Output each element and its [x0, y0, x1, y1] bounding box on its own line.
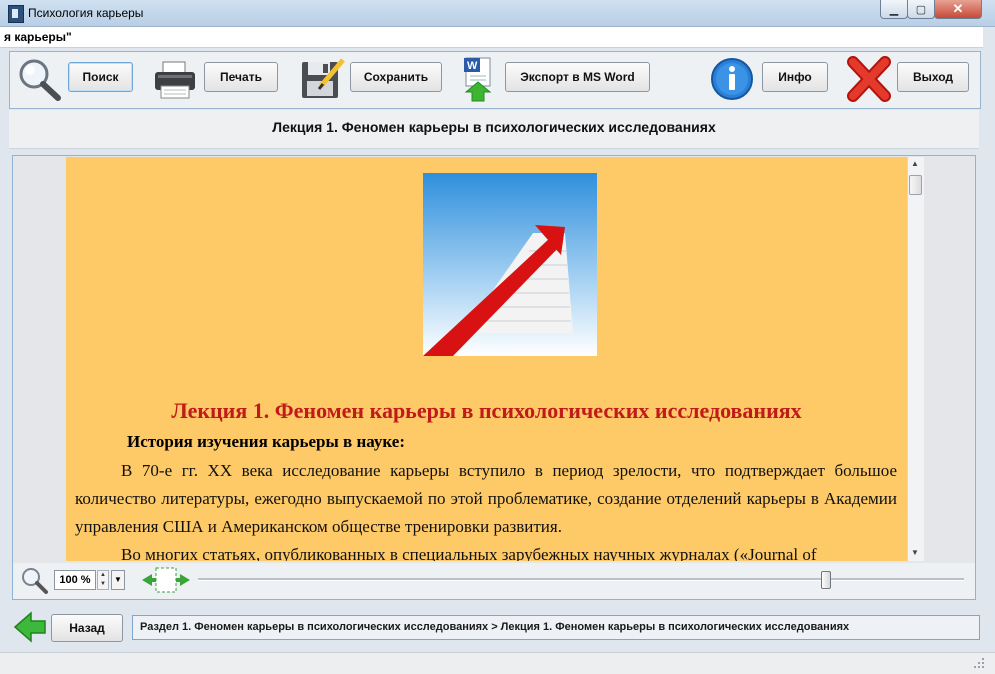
course-subtitle: я карьеры" — [4, 30, 72, 44]
info-icon[interactable] — [708, 56, 756, 102]
word-export-icon[interactable]: W — [456, 56, 504, 102]
resize-grip-icon[interactable] — [972, 656, 986, 670]
back-arrow-icon[interactable] — [13, 610, 47, 644]
document-subheading: История изучения карьеры в науке: — [127, 432, 405, 451]
fit-width-icon[interactable] — [140, 566, 192, 594]
zoom-magnifier-icon — [22, 568, 48, 594]
scrollbar-thumb[interactable] — [909, 175, 922, 195]
document-paragraph: Во многих статьях, опубликованных в спец… — [121, 545, 817, 561]
scroll-down-arrow-icon[interactable]: ▼ — [907, 546, 923, 560]
maximize-button[interactable]: ▢ — [907, 0, 935, 19]
back-button[interactable]: Назад — [51, 614, 123, 642]
document-page[interactable]: Лекция 1. Феномен карьеры в психологичес… — [66, 157, 907, 561]
zoom-slider-thumb[interactable] — [821, 571, 832, 589]
close-button[interactable]: ✕ — [934, 0, 982, 19]
status-bar — [0, 652, 995, 674]
app-icon — [8, 5, 24, 23]
minimize-button[interactable]: ▁ — [880, 0, 908, 19]
stairs-image — [423, 173, 597, 356]
search-button[interactable]: Поиск — [68, 62, 133, 92]
lecture-title: Лекция 1. Феномен карьеры в психологичес… — [272, 119, 716, 135]
magnifier-icon[interactable] — [16, 56, 64, 102]
print-button[interactable]: Печать — [204, 62, 278, 92]
zoom-level-field[interactable]: 100 % — [54, 570, 96, 590]
window-titlebar[interactable] — [0, 0, 995, 27]
vertical-scrollbar[interactable] — [907, 157, 924, 561]
window-title: Психология карьеры — [28, 6, 144, 20]
svg-text:W: W — [467, 60, 478, 72]
breadcrumb: Раздел 1. Феномен карьеры в психологичес… — [140, 621, 850, 633]
info-button[interactable]: Инфо — [762, 62, 828, 92]
exit-button[interactable]: Выход — [897, 62, 969, 92]
red-x-icon[interactable] — [845, 56, 893, 102]
printer-icon[interactable] — [151, 56, 199, 102]
export-word-button[interactable]: Экспорт в MS Word — [505, 62, 650, 92]
document-paragraph: В 70-е гг. XX века исследование карьеры … — [75, 461, 897, 536]
zoom-dropdown-icon[interactable]: ▼ — [111, 570, 125, 590]
scroll-up-arrow-icon[interactable]: ▲ — [907, 157, 923, 171]
floppy-save-icon[interactable] — [299, 56, 347, 102]
document-heading: Лекция 1. Феномен карьеры в психологичес… — [171, 398, 802, 423]
save-button[interactable]: Сохранить — [350, 62, 442, 92]
subtitle-strip — [0, 27, 983, 48]
zoom-spinner-icon[interactable]: ▲ ▼ — [97, 570, 109, 590]
zoom-slider-track[interactable] — [198, 578, 964, 581]
